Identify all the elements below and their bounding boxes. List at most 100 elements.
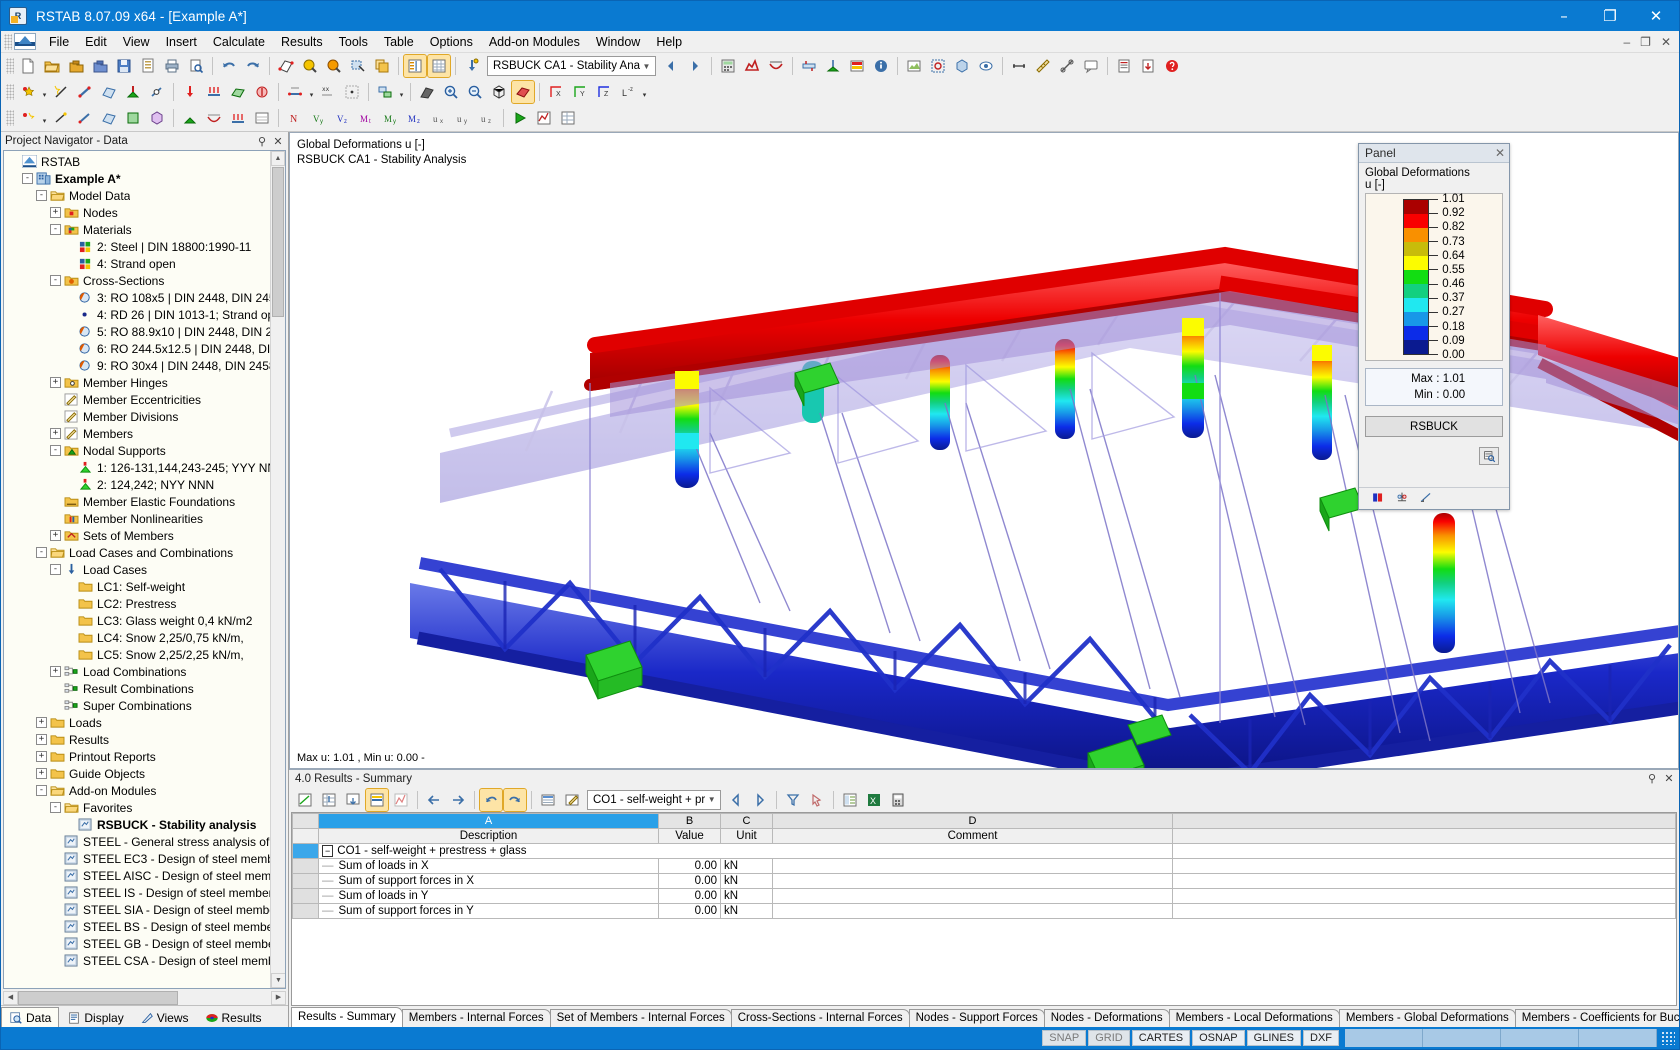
- load-case-combo[interactable]: RSBUCK CA1 - Stability Ana ▼: [487, 56, 656, 76]
- select-special-icon[interactable]: [347, 55, 369, 77]
- expand-icon[interactable]: +: [50, 428, 61, 439]
- menu-results[interactable]: Results: [273, 32, 331, 52]
- menu-file[interactable]: File: [41, 32, 77, 52]
- next-column-icon[interactable]: [447, 789, 469, 811]
- col-letter-empty[interactable]: [1173, 814, 1676, 829]
- isometric-view-icon[interactable]: [488, 81, 510, 103]
- tree-item[interactable]: -Add-on Modules: [4, 782, 285, 799]
- nav-tab-results[interactable]: Results: [197, 1007, 270, 1027]
- copy-object-icon[interactable]: [371, 55, 393, 77]
- printout-report-icon[interactable]: [1113, 55, 1135, 77]
- close-icon[interactable]: ✕: [272, 135, 284, 148]
- group-expander-icon[interactable]: −: [322, 845, 333, 857]
- collapse-icon[interactable]: -: [50, 275, 61, 286]
- chevron-down-icon[interactable]: ▼: [640, 62, 653, 71]
- scroll-down-icon[interactable]: ▼: [271, 973, 286, 988]
- scroll-up-icon[interactable]: ▲: [271, 151, 285, 166]
- load-display-icon[interactable]: [227, 107, 249, 129]
- tree-item[interactable]: Member Divisions: [4, 408, 285, 425]
- deselect-icon[interactable]: [323, 55, 345, 77]
- col-letter-b[interactable]: B: [659, 814, 721, 829]
- show-results-icon[interactable]: [741, 55, 763, 77]
- toolbar-grip-3[interactable]: [6, 110, 14, 126]
- tree-item[interactable]: +Members: [4, 425, 285, 442]
- measure-icon[interactable]: [1032, 55, 1054, 77]
- nav-tab-views[interactable]: Views: [132, 1007, 197, 1027]
- tree-item[interactable]: -Favorites: [4, 799, 285, 816]
- view-in-y-icon[interactable]: Y: [569, 81, 591, 103]
- internal-forces-my-icon[interactable]: My: [380, 107, 402, 129]
- tree-item[interactable]: LC3: Glass weight 0,4 kN/m2: [4, 612, 285, 629]
- member-forces-icon[interactable]: [798, 55, 820, 77]
- menu-window[interactable]: Window: [588, 32, 648, 52]
- member-load-icon[interactable]: [203, 81, 225, 103]
- show-grid-table-icon[interactable]: [428, 55, 450, 77]
- deformation-ux-icon[interactable]: ux: [428, 107, 450, 129]
- surface-result-icon[interactable]: [122, 107, 144, 129]
- menu-calculate[interactable]: Calculate: [205, 32, 273, 52]
- collapse-icon[interactable]: -: [22, 173, 33, 184]
- tree-item[interactable]: 4: Strand open: [4, 255, 285, 272]
- collapse-icon[interactable]: -: [50, 445, 61, 456]
- nodal-deformation-icon[interactable]: [203, 107, 225, 129]
- deformation-uz-icon[interactable]: uz: [476, 107, 498, 129]
- tree-item[interactable]: STEEL EC3 - Design of steel members a: [4, 850, 285, 867]
- mdi-minimize-button[interactable]: –: [1619, 35, 1634, 49]
- deformation-uy-icon[interactable]: uy: [452, 107, 474, 129]
- dimension-icon[interactable]: [1008, 55, 1030, 77]
- expand-icon[interactable]: +: [36, 768, 47, 779]
- internal-forces-vz-icon[interactable]: Vz: [332, 107, 354, 129]
- redo-table-icon[interactable]: [504, 789, 526, 811]
- support-forces-icon[interactable]: [822, 55, 844, 77]
- tree-item[interactable]: +Nodes: [4, 204, 285, 221]
- minimize-button[interactable]: –: [1541, 1, 1587, 31]
- open-model-icon[interactable]: [65, 55, 87, 77]
- tree-item[interactable]: Member Eccentricities: [4, 391, 285, 408]
- table-grid-icon[interactable]: [537, 789, 559, 811]
- tree-item[interactable]: 4: RD 26 | DIN 1013-1; Strand open: [4, 306, 285, 323]
- deformation-icon[interactable]: [765, 55, 787, 77]
- new-member-icon[interactable]: [74, 81, 96, 103]
- sheet-tab[interactable]: Nodes - Support Forces: [909, 1009, 1045, 1027]
- zoom-window-icon[interactable]: [416, 81, 438, 103]
- navigator-tree[interactable]: RSTAB-Example A*-Model Data+Nodes-Materi…: [3, 150, 286, 989]
- sheet-tab[interactable]: Set of Members - Internal Forces: [550, 1009, 732, 1027]
- sheet-tab[interactable]: Cross-Sections - Internal Forces: [731, 1009, 910, 1027]
- tree-item[interactable]: STEEL CSA - Design of steel members a: [4, 952, 285, 969]
- menu-grip[interactable]: [4, 34, 12, 50]
- tree-item[interactable]: -Cross-Sections: [4, 272, 285, 289]
- rendering-mode-icon[interactable]: [512, 81, 534, 103]
- show-tables-icon[interactable]: [404, 55, 426, 77]
- menu-table[interactable]: Table: [376, 32, 422, 52]
- sheet-tab[interactable]: Nodes - Deformations: [1044, 1009, 1170, 1027]
- tree-item[interactable]: 3: RO 108x5 | DIN 2448, DIN 2458; St: [4, 289, 285, 306]
- help-topics-icon[interactable]: [1161, 55, 1183, 77]
- result-diagram-icon[interactable]: [533, 107, 555, 129]
- view-in-x-icon[interactable]: X: [545, 81, 567, 103]
- status-toggle[interactable]: GRID: [1088, 1030, 1130, 1046]
- open-file-icon[interactable]: [41, 55, 63, 77]
- table-selection-icon[interactable]: [806, 789, 828, 811]
- table-group-row[interactable]: −CO1 - self-weight + prestress + glass: [293, 844, 1676, 859]
- new-file-icon[interactable]: [17, 55, 39, 77]
- expand-icon[interactable]: +: [36, 717, 47, 728]
- expand-icon[interactable]: +: [50, 207, 61, 218]
- next-result-icon[interactable]: [749, 789, 771, 811]
- tree-item[interactable]: LC5: Snow 2,25/2,25 kN/m,: [4, 646, 285, 663]
- new-hinge-icon[interactable]: [146, 81, 168, 103]
- toolbar-grip-1[interactable]: [6, 58, 14, 74]
- sheet-tab[interactable]: Members - Global Deformations: [1339, 1009, 1516, 1027]
- tree-item[interactable]: 6: RO 244.5x12.5 | DIN 2448, DIN 24: [4, 340, 285, 357]
- tree-item[interactable]: LC1: Self-weight: [4, 578, 285, 595]
- menu-help[interactable]: Help: [648, 32, 690, 52]
- results-close-icon[interactable]: ✕: [1663, 772, 1675, 785]
- new-node-dropdown[interactable]: ▾: [40, 81, 49, 103]
- hscroll-track[interactable]: [18, 991, 271, 1005]
- tree-scrollbar[interactable]: ▲ ▼: [270, 151, 285, 988]
- node-result-icon[interactable]: [17, 107, 39, 129]
- expand-icon[interactable]: +: [36, 734, 47, 745]
- tree-item[interactable]: +Results: [4, 731, 285, 748]
- menu-view[interactable]: View: [115, 32, 158, 52]
- ruler-icon[interactable]: [1419, 491, 1433, 507]
- results-info-icon[interactable]: [870, 55, 892, 77]
